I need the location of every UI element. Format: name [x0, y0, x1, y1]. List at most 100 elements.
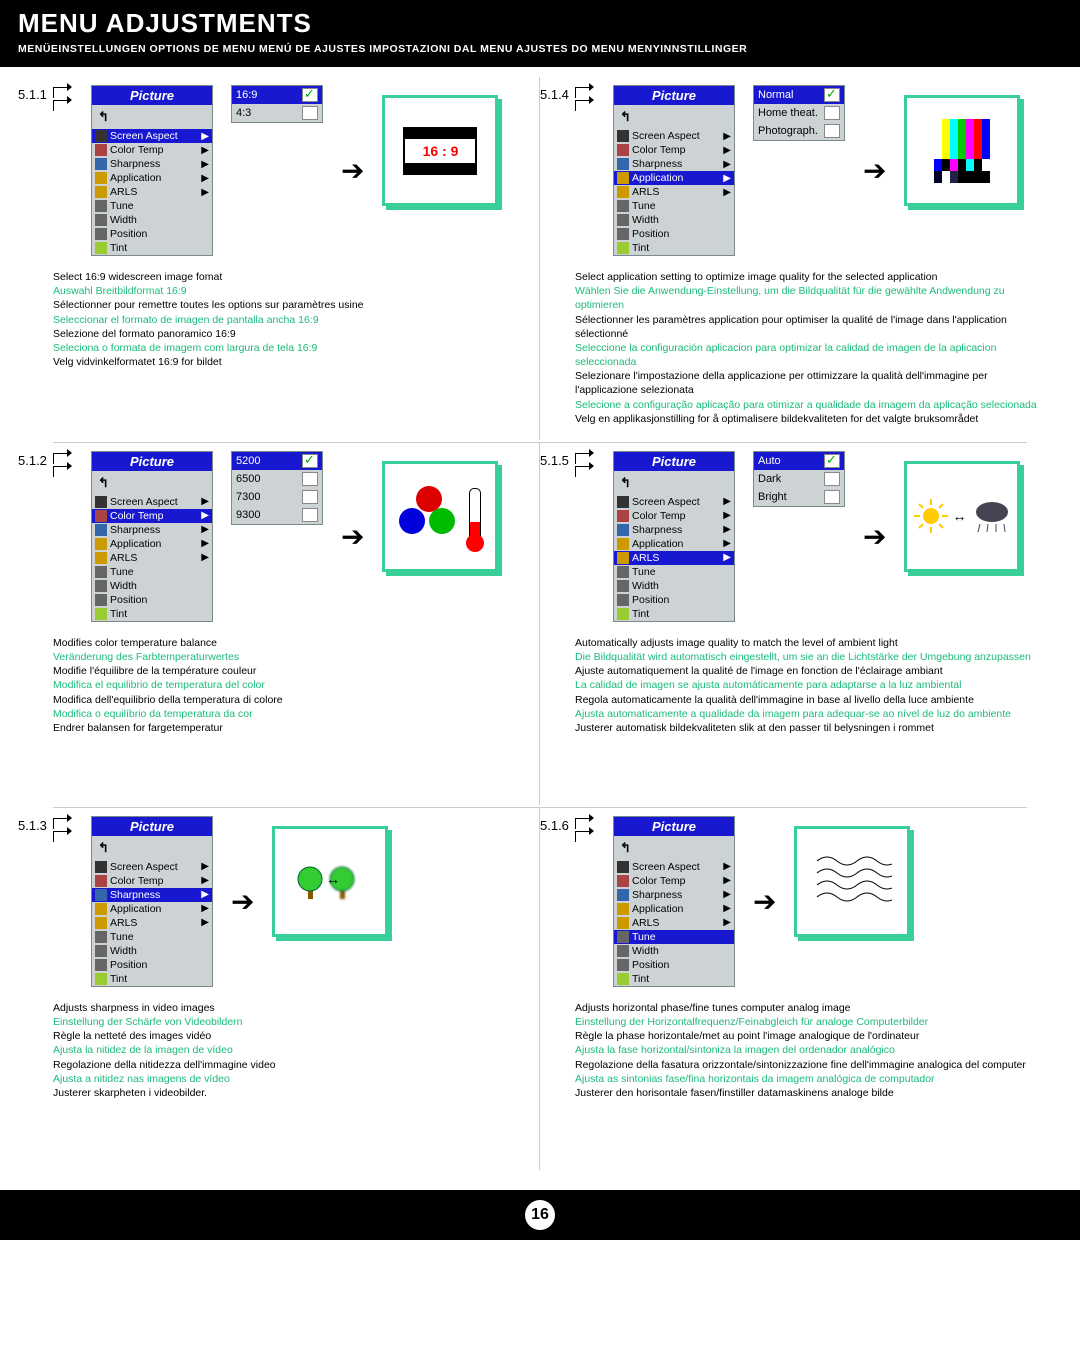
submenu-item[interactable]: Bright — [754, 488, 844, 506]
menu-item-position[interactable]: Position — [92, 227, 212, 241]
menu-item-tint[interactable]: Tint — [614, 607, 734, 621]
menu-item-width[interactable]: Width — [92, 579, 212, 593]
menu-item-sharpness[interactable]: Sharpness ▶ — [614, 157, 734, 171]
menu-item-color-temp[interactable]: Color Temp ▶ — [614, 509, 734, 523]
submenu-item[interactable]: Photograph. — [754, 122, 844, 140]
menu-item-position[interactable]: Position — [614, 593, 734, 607]
menu-item-tune[interactable]: Tune — [614, 565, 734, 579]
menu-item-application[interactable]: Application ▶ — [614, 537, 734, 551]
desc-line: Modifica dell'equilibrio della temperatu… — [53, 693, 529, 707]
back-icon[interactable]: ↰ — [614, 471, 734, 495]
menu-item-sharpness[interactable]: Sharpness ▶ — [614, 888, 734, 902]
section-number: 5.1.1 — [18, 87, 47, 102]
menu-item-sharpness[interactable]: Sharpness ▶ — [92, 888, 212, 902]
menu-item-label: Tint — [110, 242, 209, 254]
menu-item-application[interactable]: Application ▶ — [92, 171, 212, 185]
menu-item-position[interactable]: Position — [92, 593, 212, 607]
menu-item-tint[interactable]: Tint — [614, 241, 734, 255]
menu-item-tune[interactable]: Tune — [92, 565, 212, 579]
menu-item-width[interactable]: Width — [614, 213, 734, 227]
menu-item-width[interactable]: Width — [614, 579, 734, 593]
menu-item-application[interactable]: Application ▶ — [92, 537, 212, 551]
menu-item-label: Width — [110, 580, 209, 592]
menu-item-position[interactable]: Position — [92, 958, 212, 972]
back-icon[interactable]: ↰ — [614, 836, 734, 860]
menu-icon — [617, 228, 629, 240]
section-number: 5.1.5 — [540, 453, 569, 468]
menu-icon — [617, 861, 629, 873]
menu-item-tune[interactable]: Tune — [614, 930, 734, 944]
menu-item-screen-aspect[interactable]: Screen Aspect ▶ — [614, 129, 734, 143]
submenu-item[interactable]: 6500 — [232, 470, 322, 488]
menu-item-application[interactable]: Application ▶ — [614, 902, 734, 916]
menu-item-width[interactable]: Width — [92, 944, 212, 958]
menu-item-screen-aspect[interactable]: Screen Aspect ▶ — [92, 860, 212, 874]
menu-item-arls[interactable]: ARLS ▶ — [614, 185, 734, 199]
submenu-label: Dark — [758, 473, 820, 485]
submenu-item[interactable]: 5200 — [232, 452, 322, 470]
menu-item-color-temp[interactable]: Color Temp ▶ — [614, 143, 734, 157]
chevron-right-icon: ▶ — [201, 496, 209, 507]
menu-item-width[interactable]: Width — [614, 944, 734, 958]
menu-item-screen-aspect[interactable]: Screen Aspect ▶ — [92, 129, 212, 143]
menu-item-tint[interactable]: Tint — [92, 972, 212, 986]
menu-item-tune[interactable]: Tune — [92, 930, 212, 944]
submenu-item[interactable]: Dark — [754, 470, 844, 488]
menu-item-arls[interactable]: ARLS ▶ — [92, 916, 212, 930]
menu-item-tint[interactable]: Tint — [614, 972, 734, 986]
menu-icon — [617, 130, 629, 142]
picture-menu: Picture ↰ Screen Aspect ▶ Color Temp ▶ S… — [613, 451, 735, 622]
submenu-label: Bright — [758, 491, 820, 503]
menu-item-tint[interactable]: Tint — [92, 241, 212, 255]
menu-icon — [617, 959, 629, 971]
menu-item-sharpness[interactable]: Sharpness ▶ — [92, 523, 212, 537]
desc-line: Regolazione della nitidezza dell'immagin… — [53, 1058, 529, 1072]
desc-line: Justerer den horisontale fasen/finstille… — [575, 1086, 1052, 1100]
checkbox-icon — [302, 88, 318, 102]
submenu-item[interactable]: Normal — [754, 86, 844, 104]
menu-item-arls[interactable]: ARLS ▶ — [614, 916, 734, 930]
preview-box: 16 : 9 — [382, 95, 498, 206]
back-icon[interactable]: ↰ — [92, 471, 212, 495]
menu-item-label: Sharpness — [632, 889, 720, 901]
menu-item-label: Width — [632, 214, 731, 226]
menu-item-color-temp[interactable]: Color Temp ▶ — [92, 143, 212, 157]
back-icon[interactable]: ↰ — [92, 105, 212, 129]
chevron-right-icon: ▶ — [201, 145, 209, 156]
menu-item-application[interactable]: Application ▶ — [92, 902, 212, 916]
menu-item-width[interactable]: Width — [92, 213, 212, 227]
menu-item-sharpness[interactable]: Sharpness ▶ — [92, 157, 212, 171]
menu-item-color-temp[interactable]: Color Temp ▶ — [92, 874, 212, 888]
menu-item-screen-aspect[interactable]: Screen Aspect ▶ — [614, 860, 734, 874]
menu-item-tint[interactable]: Tint — [92, 607, 212, 621]
menu-item-arls[interactable]: ARLS ▶ — [92, 185, 212, 199]
chevron-right-icon: ▶ — [201, 917, 209, 928]
menu-icon — [95, 959, 107, 971]
submenu-item[interactable]: 9300 — [232, 506, 322, 524]
menu-item-screen-aspect[interactable]: Screen Aspect ▶ — [92, 495, 212, 509]
menu-item-tune[interactable]: Tune — [92, 199, 212, 213]
desc-line: Seleccione la configuración aplicacion p… — [575, 341, 1052, 369]
menu-item-label: Sharpness — [110, 524, 198, 536]
menu-item-position[interactable]: Position — [614, 227, 734, 241]
back-icon[interactable]: ↰ — [92, 836, 212, 860]
submenu-item[interactable]: 16:9 — [232, 86, 322, 104]
menu-item-color-temp[interactable]: Color Temp ▶ — [92, 509, 212, 523]
menu-item-arls[interactable]: ARLS ▶ — [92, 551, 212, 565]
menu-item-label: Tint — [110, 608, 209, 620]
submenu-item[interactable]: 4:3 — [232, 104, 322, 122]
back-icon[interactable]: ↰ — [614, 105, 734, 129]
menu-item-tune[interactable]: Tune — [614, 199, 734, 213]
menu-item-color-temp[interactable]: Color Temp ▶ — [614, 874, 734, 888]
menu-item-position[interactable]: Position — [614, 958, 734, 972]
chevron-right-icon: ▶ — [201, 510, 209, 521]
submenu-item[interactable]: Auto — [754, 452, 844, 470]
menu-item-arls[interactable]: ARLS ▶ — [614, 551, 734, 565]
menu-item-screen-aspect[interactable]: Screen Aspect ▶ — [614, 495, 734, 509]
submenu-item[interactable]: Home theat. — [754, 104, 844, 122]
desc-line: Justerer skarpheten i videobilder. — [53, 1086, 529, 1100]
menu-item-sharpness[interactable]: Sharpness ▶ — [614, 523, 734, 537]
submenu-item[interactable]: 7300 — [232, 488, 322, 506]
menu-item-application[interactable]: Application ▶ — [614, 171, 734, 185]
preview-box — [904, 95, 1020, 206]
